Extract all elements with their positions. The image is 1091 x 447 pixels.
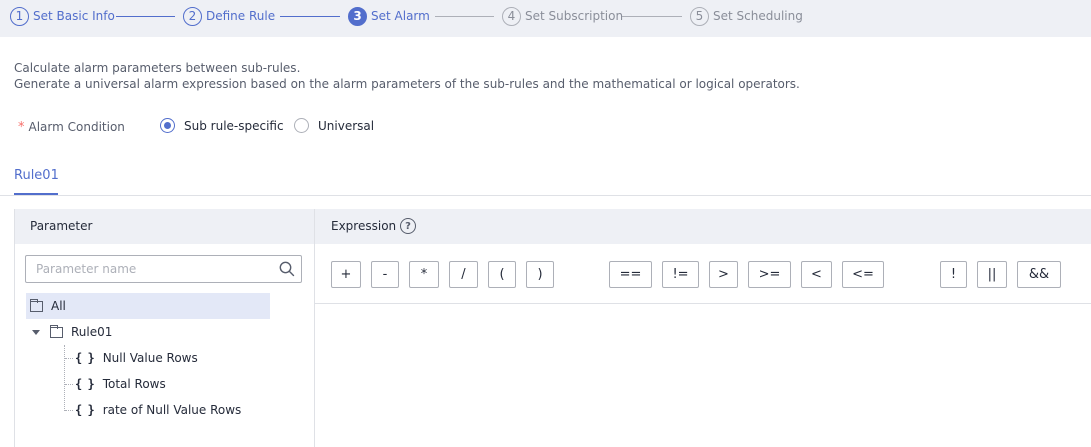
description-line-1: Calculate alarm parameters between sub-r…: [14, 61, 301, 75]
required-mark: *: [18, 119, 25, 135]
operator-greater-button[interactable]: >: [709, 261, 738, 288]
tree-leaf-total-rows[interactable]: { } Total Rows: [75, 371, 166, 397]
radio-circle[interactable]: [294, 118, 309, 133]
search-icon[interactable]: [279, 261, 295, 277]
step-number: 5: [690, 6, 709, 26]
variable-icon: { }: [75, 351, 95, 365]
radio-label: Sub rule-specific: [184, 118, 284, 133]
operator-greater-equal-button[interactable]: >=: [748, 261, 791, 288]
operator-open-paren-button[interactable]: (: [488, 261, 516, 288]
operator-minus-button[interactable]: -: [371, 261, 399, 288]
expression-divider: [315, 303, 1091, 304]
folder-icon: [50, 324, 63, 338]
radio-universal[interactable]: Universal: [294, 118, 374, 133]
description-line-2: Generate a universal alarm expression ba…: [14, 77, 800, 91]
step-number: 4: [502, 6, 521, 26]
step-connector: [435, 16, 494, 17]
tree-guide-line: [64, 345, 65, 411]
radio-sub-rule-specific[interactable]: Sub rule-specific: [160, 118, 284, 133]
step-connector: [622, 16, 682, 17]
expression-header-title: Expression: [331, 219, 397, 233]
operator-and-button[interactable]: &&: [1017, 261, 1061, 288]
step-label: Set Scheduling: [713, 9, 803, 23]
step-connector: [116, 16, 175, 17]
operator-divide-button[interactable]: /: [449, 261, 478, 288]
operator-equal-button[interactable]: ==: [609, 261, 652, 288]
tree-node-label: All: [51, 299, 66, 313]
tree-guide-line: [65, 358, 73, 359]
tab-rule01[interactable]: Rule01: [14, 168, 59, 183]
tree-leaf-label: rate of Null Value Rows: [102, 403, 242, 417]
tab-divider: [0, 195, 1091, 196]
step-label: Set Subscription: [525, 9, 624, 23]
folder-icon: [30, 298, 43, 312]
radio-circle[interactable]: [160, 118, 175, 133]
operator-not-equal-button[interactable]: !=: [662, 261, 699, 288]
step-define-rule[interactable]: 2 Define Rule: [183, 6, 275, 26]
operator-close-paren-button[interactable]: ): [526, 261, 554, 288]
tree-node-all[interactable]: All: [26, 293, 270, 319]
tree-leaf-label: Total Rows: [102, 377, 166, 391]
step-set-basic-info[interactable]: 1 Set Basic Info: [10, 6, 115, 26]
parameter-search-input[interactable]: [25, 255, 302, 283]
step-label: Set Basic Info: [33, 9, 115, 23]
tree-guide-line: [65, 410, 73, 411]
operator-less-button[interactable]: <: [801, 261, 832, 288]
tree-guide-line: [65, 384, 73, 385]
step-number: 3: [348, 6, 367, 26]
alarm-condition-text: Alarm Condition: [28, 120, 125, 134]
radio-label: Universal: [318, 118, 375, 133]
alarm-condition-label: * Alarm Condition: [18, 118, 125, 136]
tree-leaf-label: Null Value Rows: [102, 351, 198, 365]
tree-node-rule01[interactable]: Rule01: [32, 319, 112, 345]
expression-panel-header: Expression: [315, 209, 1091, 244]
help-icon[interactable]: ?: [400, 218, 416, 234]
step-set-subscription[interactable]: 4 Set Subscription: [502, 6, 623, 26]
operator-multiply-button[interactable]: *: [409, 261, 439, 288]
operator-plus-button[interactable]: +: [331, 261, 361, 288]
parameter-header-title: Parameter: [30, 219, 93, 233]
variable-icon: { }: [75, 403, 95, 417]
step-number: 1: [10, 6, 29, 26]
step-label: Define Rule: [206, 9, 276, 23]
panel-left-border: [14, 209, 15, 447]
tree-leaf-rate-of-null-value-rows[interactable]: { } rate of Null Value Rows: [75, 397, 241, 423]
tree-node-label: Rule01: [71, 325, 113, 339]
step-connector: [280, 16, 340, 17]
panel-divider: [314, 209, 315, 447]
stepper: 1 Set Basic Info 2 Define Rule 3 Set Ala…: [0, 0, 1091, 37]
operator-not-button[interactable]: !: [940, 261, 967, 288]
tree-leaf-null-value-rows[interactable]: { } Null Value Rows: [75, 345, 198, 371]
step-number: 2: [183, 6, 202, 26]
caret-down-icon[interactable]: [32, 329, 40, 335]
step-label: Set Alarm: [371, 9, 430, 23]
variable-icon: { }: [75, 377, 95, 391]
step-set-alarm[interactable]: 3 Set Alarm: [348, 6, 430, 26]
step-set-scheduling[interactable]: 5 Set Scheduling: [690, 6, 803, 26]
operator-less-equal-button[interactable]: <=: [842, 261, 884, 288]
parameter-panel-header: Parameter: [14, 209, 314, 244]
operator-or-button[interactable]: ||: [977, 261, 1007, 288]
